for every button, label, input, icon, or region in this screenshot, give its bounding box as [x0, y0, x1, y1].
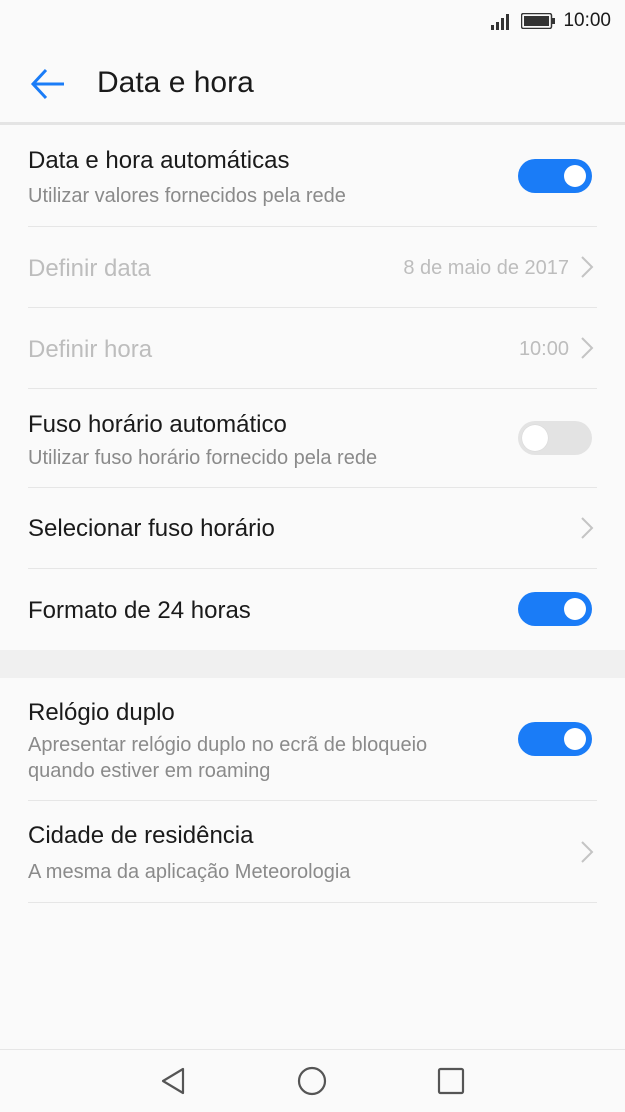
set-time-label: Definir hora: [28, 336, 153, 363]
dual-clock-row[interactable]: Relógio duplo Apresentar relógio duplo n…: [28, 678, 597, 801]
auto-datetime-row[interactable]: Data e hora automáticas Utilizar valores…: [28, 128, 597, 227]
navigation-bar: [0, 1049, 625, 1112]
status-icons: 10:00: [491, 9, 611, 33]
status-bar: 10:00: [0, 0, 625, 44]
set-time-row[interactable]: Definir hora 10:00: [28, 308, 597, 389]
triangle-back-icon[interactable]: [156, 1064, 190, 1098]
dual-clock-sub: Apresentar relógio duplo no ecrã de bloq…: [28, 734, 428, 782]
set-time-value: 10:00: [518, 338, 569, 360]
cell-signal-icon: [491, 14, 510, 30]
status-time: 10:00: [563, 10, 611, 31]
auto-timezone-row[interactable]: Fuso horário automático Utilizar fuso ho…: [28, 389, 597, 488]
auto-timezone-label: Fuso horário automático: [28, 411, 287, 438]
set-date-label: Definir data: [28, 255, 151, 282]
auto-datetime-label: Data e hora automáticas: [28, 147, 290, 174]
set-date-value: 8 de maio de 2017: [403, 257, 569, 279]
home-city-label: Cidade de residência: [28, 822, 254, 849]
battery-icon: [521, 13, 556, 29]
chevron-right-icon: [581, 517, 594, 539]
auto-datetime-toggle[interactable]: [518, 159, 592, 193]
auto-datetime-sub: Utilizar valores fornecidos pela rede: [28, 185, 346, 207]
format-24h-toggle[interactable]: [518, 592, 592, 626]
toggle-knob: [564, 165, 586, 187]
auto-timezone-sub: Utilizar fuso horário fornecido pela red…: [28, 447, 378, 469]
toggle-knob: [564, 598, 586, 620]
chevron-right-icon: [581, 256, 594, 278]
select-timezone-label: Selecionar fuso horário: [28, 515, 275, 542]
dual-clock-label: Relógio duplo: [28, 699, 175, 726]
toggle-knob: [522, 425, 548, 451]
back-button[interactable]: [28, 64, 68, 104]
chevron-right-icon: [581, 841, 594, 863]
chevron-right-icon: [581, 337, 594, 359]
format-24h-label: Formato de 24 horas: [28, 597, 251, 624]
auto-timezone-toggle[interactable]: [518, 421, 592, 455]
select-timezone-row[interactable]: Selecionar fuso horário: [28, 488, 597, 569]
set-date-row[interactable]: Definir data 8 de maio de 2017: [28, 227, 597, 308]
format-24h-row[interactable]: Formato de 24 horas: [28, 569, 597, 650]
circle-home-icon[interactable]: [295, 1064, 329, 1098]
square-recents-icon[interactable]: [434, 1064, 468, 1098]
app-bar: Data e hora: [0, 44, 625, 125]
group-divider: [0, 650, 625, 678]
arrow-left-icon: [30, 68, 64, 100]
dual-clock-toggle[interactable]: [518, 722, 592, 756]
home-city-sub: A mesma da aplicação Meteorologia: [28, 861, 351, 883]
home-city-row[interactable]: Cidade de residência A mesma da aplicaçã…: [28, 801, 597, 903]
toggle-knob: [564, 728, 586, 750]
page-title: Data e hora: [97, 66, 254, 99]
